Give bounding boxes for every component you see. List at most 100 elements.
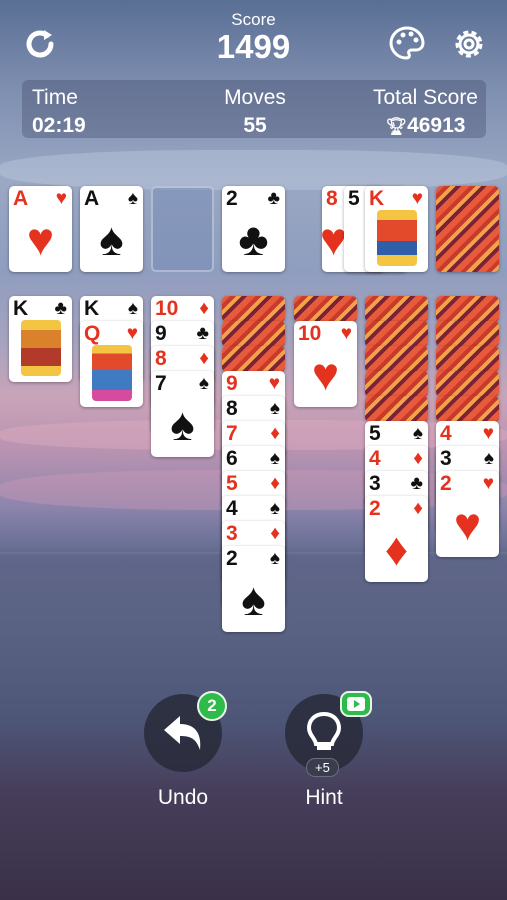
card-rank: 4: [369, 447, 381, 470]
lightbulb-icon: [306, 711, 342, 750]
tableau-card[interactable]: 2 ♦ ♦: [365, 496, 428, 582]
total-score-value: 46913: [407, 114, 466, 137]
card-suit: ♦: [413, 448, 423, 469]
card-center-suit: ♦: [384, 523, 409, 575]
card-rank: 2: [440, 472, 452, 495]
card-suit: ♦: [199, 298, 209, 319]
foundation-spades[interactable]: A ♠ ♠: [80, 186, 143, 272]
tableau-card[interactable]: Q ♥: [80, 321, 143, 407]
moves-label: Moves: [224, 86, 286, 109]
face-down-card: [365, 371, 428, 397]
face-down-card: [222, 296, 285, 322]
card-suit: ♠: [269, 498, 280, 519]
card-rank: 8: [226, 397, 238, 420]
face-down-card: [436, 321, 499, 347]
hint-label: Hint: [305, 786, 343, 809]
card-rank: K: [369, 187, 385, 210]
tableau-card[interactable]: 7 ♠ ♠: [151, 371, 214, 457]
card-suit: ♥: [411, 188, 423, 209]
palette-icon: [389, 26, 425, 60]
card-rank: 7: [226, 422, 238, 445]
stats-bar: Time 02:19 Moves 55 Total Score 🏆︎46913: [22, 80, 486, 138]
score-label: Score: [231, 10, 276, 29]
card-center-suit: ♥: [453, 498, 482, 550]
card-rank: 5: [369, 422, 381, 445]
card-rank: A: [84, 187, 100, 210]
gear-icon: [455, 30, 483, 58]
video-ad-badge: [340, 691, 372, 717]
time-label: Time: [32, 86, 78, 109]
card-rank: K: [84, 297, 100, 320]
card-suit: ♥: [482, 423, 494, 444]
card-rank: 8: [155, 347, 167, 370]
total-score-stat: Total Score 🏆︎46913: [373, 86, 478, 138]
theme-button[interactable]: [385, 22, 429, 66]
face-down-card: [365, 396, 428, 422]
tableau-card[interactable]: 2 ♥ ♥: [436, 471, 499, 557]
tableau-card[interactable]: 2 ♠ ♠: [222, 546, 285, 632]
card-rank: 10: [298, 322, 322, 345]
card-rank: 3: [369, 472, 381, 495]
card-suit: ♥: [340, 323, 352, 344]
score-value: 1499: [216, 28, 291, 65]
total-score-value-wrap: 🏆︎46913: [373, 114, 478, 138]
card-suit: ♦: [413, 498, 423, 519]
tableau-card[interactable]: 10 ♥ ♥: [294, 321, 357, 407]
foundation-clubs[interactable]: 2 ♣ ♣: [222, 186, 285, 272]
card-center-suit: ♠: [99, 213, 124, 265]
card-center-suit: ♣: [238, 213, 269, 265]
card-suit: ♥: [482, 473, 494, 494]
face-down-card: [436, 371, 499, 397]
undo-label: Undo: [157, 786, 209, 809]
face-down-card: [365, 296, 428, 322]
sky-cloud: [0, 150, 507, 190]
card-suit: ♥: [268, 373, 280, 394]
card-rank: 2: [226, 547, 238, 570]
card-rank: A: [13, 187, 29, 210]
card-rank: 8: [326, 187, 338, 210]
stock-pile[interactable]: [436, 186, 499, 272]
foundation-hearts[interactable]: A ♥ ♥: [9, 186, 72, 272]
card-suit: ♦: [270, 473, 280, 494]
foundation-empty-slot[interactable]: [151, 186, 214, 272]
moves-value: 55: [243, 114, 267, 137]
moves-stat: Moves 55: [200, 86, 310, 138]
card-suit: ♠: [127, 298, 138, 319]
card-rank: 3: [440, 447, 452, 470]
card-suit: ♣: [196, 323, 209, 344]
card-center-suit: ♠: [170, 398, 195, 450]
card-suit: ♠: [412, 423, 423, 444]
card-rank: 9: [226, 372, 238, 395]
waste-top-card[interactable]: K ♥: [365, 186, 428, 272]
face-down-card: [365, 346, 428, 372]
total-score-label: Total Score: [372, 86, 478, 109]
card-rank: 4: [440, 422, 452, 445]
card-rank: 9: [155, 322, 167, 345]
face-down-card: [436, 346, 499, 372]
card-center-suit: ♠: [241, 573, 266, 625]
card-suit: ♥: [126, 323, 138, 344]
card-suit: ♠: [483, 448, 494, 469]
card-rank: K: [13, 297, 29, 320]
card-suit: ♠: [198, 373, 209, 394]
card-suit: ♦: [199, 348, 209, 369]
king-illustration: [377, 210, 417, 266]
card-rank: 2: [369, 497, 381, 520]
card-suit: ♦: [270, 423, 280, 444]
card-rank: 5: [226, 472, 238, 495]
settings-button[interactable]: [447, 22, 491, 66]
video-icon: [347, 697, 365, 711]
card-suit: ♠: [269, 398, 280, 419]
face-down-card: [222, 321, 285, 347]
face-down-card: [294, 296, 357, 322]
undo-count-badge: 2: [197, 691, 227, 721]
card-rank: 5: [348, 187, 360, 210]
trophy-icon: 🏆︎: [385, 117, 408, 136]
face-down-card: [365, 321, 428, 347]
card-rank: 4: [226, 497, 238, 520]
card-rank: Q: [84, 322, 101, 345]
king-illustration: [21, 320, 61, 376]
tableau-card[interactable]: K ♣: [9, 296, 72, 382]
card-suit: ♠: [269, 548, 280, 569]
card-rank: 10: [155, 297, 179, 320]
